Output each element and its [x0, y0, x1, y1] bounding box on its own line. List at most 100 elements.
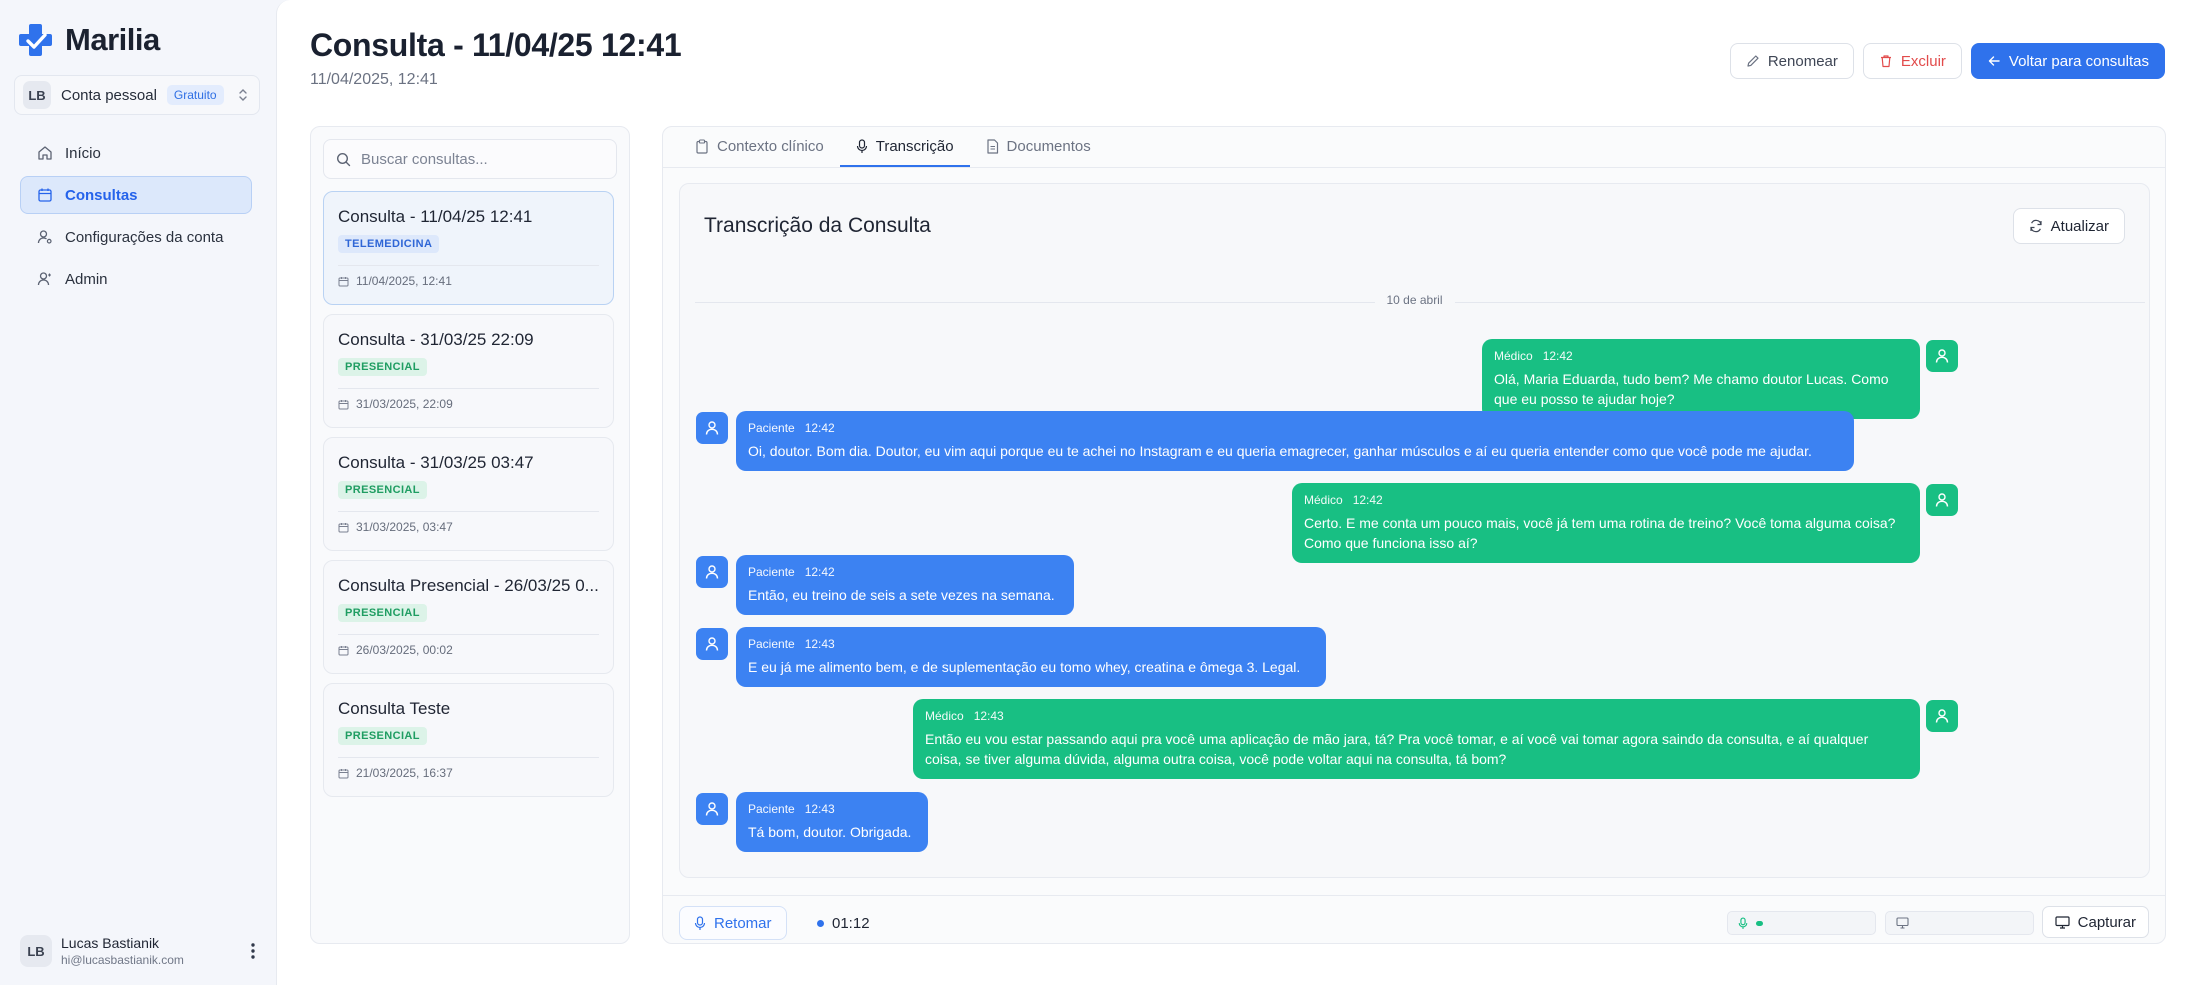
logo-icon: [19, 23, 53, 57]
header-actions: Renomear Excluir Voltar para consultas: [1729, 43, 2165, 79]
resume-button[interactable]: Retomar: [679, 906, 787, 940]
message-speaker: Médico: [925, 709, 964, 723]
sidebar-item-configuracoes[interactable]: Configurações da conta: [20, 218, 252, 256]
sidebar-item-label: Configurações da conta: [65, 228, 224, 246]
consultation-detail: Contexto clínico Transcrição Documentos …: [662, 126, 2166, 944]
calendar-icon: [37, 187, 53, 203]
brand[interactable]: Marilia: [19, 22, 160, 58]
consultation-card[interactable]: Consulta Teste PRESENCIAL 21/03/2025, 16…: [323, 683, 614, 797]
message-time: 12:43: [804, 802, 835, 816]
calendar-icon: [338, 522, 349, 533]
tab-bar: Contexto clínico Transcrição Documentos: [663, 127, 1107, 167]
calendar-icon: [338, 645, 349, 656]
sidebar-item-label: Início: [65, 144, 101, 162]
arrow-left-icon: [1987, 54, 2001, 68]
sidebar-nav: Início Consultas Configurações da conta …: [20, 134, 252, 302]
screen-level-meter: [1885, 911, 2034, 935]
back-to-consultations-button[interactable]: Voltar para consultas: [1970, 43, 2165, 79]
message-time: 12:43: [804, 637, 835, 651]
recording-timer: 01:12: [817, 915, 870, 932]
message-time: 12:43: [973, 709, 1004, 723]
consultation-card[interactable]: Consulta - 31/03/25 22:09 PRESENCIAL 31/…: [323, 314, 614, 428]
consultation-card[interactable]: Consulta - 11/04/25 12:41 TELEMEDICINA 1…: [323, 191, 614, 305]
message-speaker: Médico: [1494, 349, 1533, 363]
consultation-title: Consulta - 11/04/25 12:41: [338, 207, 533, 226]
resume-label: Retomar: [714, 914, 772, 932]
consultation-type-badge: PRESENCIAL: [338, 358, 427, 376]
message-speaker: Paciente: [748, 421, 795, 435]
message-doctor: Médico 12:42 Olá, Maria Eduarda, tudo bem…: [1482, 339, 1920, 419]
mic-level-meter: [1727, 911, 1876, 935]
consultation-date-text: 11/04/2025, 12:41: [356, 274, 452, 288]
calendar-icon: [338, 399, 349, 410]
calendar-icon: [338, 768, 349, 779]
calendar-icon: [338, 276, 349, 287]
consultation-title: Consulta Teste: [338, 699, 451, 718]
patient-avatar-icon: [696, 793, 728, 825]
consultation-title: Consulta - 31/03/25 22:09: [338, 330, 534, 349]
consultation-type-badge: PRESENCIAL: [338, 481, 427, 499]
capture-button[interactable]: Capturar: [2041, 906, 2149, 938]
message-speaker: Paciente: [748, 802, 795, 816]
consultation-date-text: 31/03/2025, 22:09: [356, 397, 453, 411]
search-icon: [336, 152, 351, 167]
sidebar-item-admin[interactable]: Admin: [20, 260, 252, 298]
sidebar-item-consultas[interactable]: Consultas: [20, 176, 252, 214]
consultation-title: Consulta Presencial - 26/03/25 0...: [338, 576, 599, 595]
delete-label: Excluir: [1900, 52, 1946, 70]
rename-button[interactable]: Renomear: [1729, 43, 1854, 79]
consultation-date-text: 21/03/2025, 16:37: [356, 766, 453, 780]
message-text: Tá bom, doutor. Obrigada.: [748, 824, 912, 840]
user-avatar: LB: [20, 935, 52, 967]
search-input[interactable]: [361, 150, 601, 168]
account-switcher[interactable]: LB Conta pessoal Gratuito: [14, 75, 260, 115]
user-profile[interactable]: LB Lucas Bastianik hi@lucasbastianik.com: [20, 935, 256, 967]
consultation-date: 31/03/2025, 03:47: [338, 520, 453, 534]
capture-label: Capturar: [2077, 913, 2136, 931]
consultation-date: 21/03/2025, 16:37: [338, 766, 453, 780]
page-title: Consulta - 11/04/25 12:41: [310, 27, 682, 63]
microphone-icon: [1738, 917, 1748, 930]
consultation-card[interactable]: Consulta - 31/03/25 03:47 PRESENCIAL 31/…: [323, 437, 614, 551]
trash-icon: [1879, 54, 1893, 68]
message-time: 12:42: [1352, 493, 1383, 507]
sidebar: Marilia LB Conta pessoal Gratuito Início…: [0, 0, 276, 985]
message-doctor: Médico 12:43 Então eu vou estar passando …: [913, 699, 1920, 779]
tab-label: Transcrição: [875, 137, 954, 155]
consultation-date: 31/03/2025, 22:09: [338, 397, 453, 411]
message-text: E eu já me alimento bem, e de suplementa…: [748, 659, 1301, 675]
message-time: 12:42: [804, 565, 835, 579]
message-text: Certo. E me conta um pouco mais, você já…: [1304, 515, 1896, 551]
recording-bar: Retomar 01:12 Capturar: [663, 895, 2165, 945]
consultation-date: 11/04/2025, 12:41: [338, 274, 452, 288]
delete-button[interactable]: Excluir: [1862, 43, 1962, 79]
consultation-card[interactable]: Consulta Presencial - 26/03/25 0... PRES…: [323, 560, 614, 674]
tab-contexto-clinico[interactable]: Contexto clínico: [679, 127, 840, 167]
more-vertical-icon[interactable]: [250, 942, 256, 960]
message-text: Então, eu treino de seis a sete vezes na…: [748, 587, 1055, 603]
consultation-type-badge: PRESENCIAL: [338, 604, 427, 622]
refresh-button[interactable]: Atualizar: [2012, 208, 2125, 244]
patient-avatar-icon: [696, 628, 728, 660]
tab-documentos[interactable]: Documentos: [970, 127, 1107, 167]
doctor-avatar-icon: [1926, 340, 1958, 372]
user-email: hi@lucasbastianik.com: [61, 953, 184, 967]
search-box[interactable]: [323, 139, 617, 179]
message-text: Oi, doutor. Bom dia. Doutor, eu vim aqui…: [748, 443, 1812, 459]
message-time: 12:42: [1542, 349, 1573, 363]
user-icon: [37, 271, 53, 287]
mic-level-fill: [1756, 920, 1763, 926]
user-name: Lucas Bastianik: [61, 935, 160, 951]
message-speaker: Paciente: [748, 565, 795, 579]
date-divider: 10 de abril: [1374, 293, 1455, 307]
consultation-date: 26/03/2025, 00:02: [338, 643, 453, 657]
rename-label: Renomear: [1767, 52, 1838, 70]
back-label: Voltar para consultas: [2008, 52, 2149, 70]
brand-name: Marilia: [65, 22, 160, 57]
consultation-date-text: 26/03/2025, 00:02: [356, 643, 453, 657]
message-text: Então eu vou estar passando aqui pra voc…: [925, 731, 1869, 767]
tab-transcricao[interactable]: Transcrição: [839, 127, 970, 167]
sidebar-item-inicio[interactable]: Início: [20, 134, 252, 172]
clipboard-icon: [695, 138, 709, 154]
message-text: Olá, Maria Eduarda, tudo bem? Me chamo d…: [1494, 371, 1889, 407]
